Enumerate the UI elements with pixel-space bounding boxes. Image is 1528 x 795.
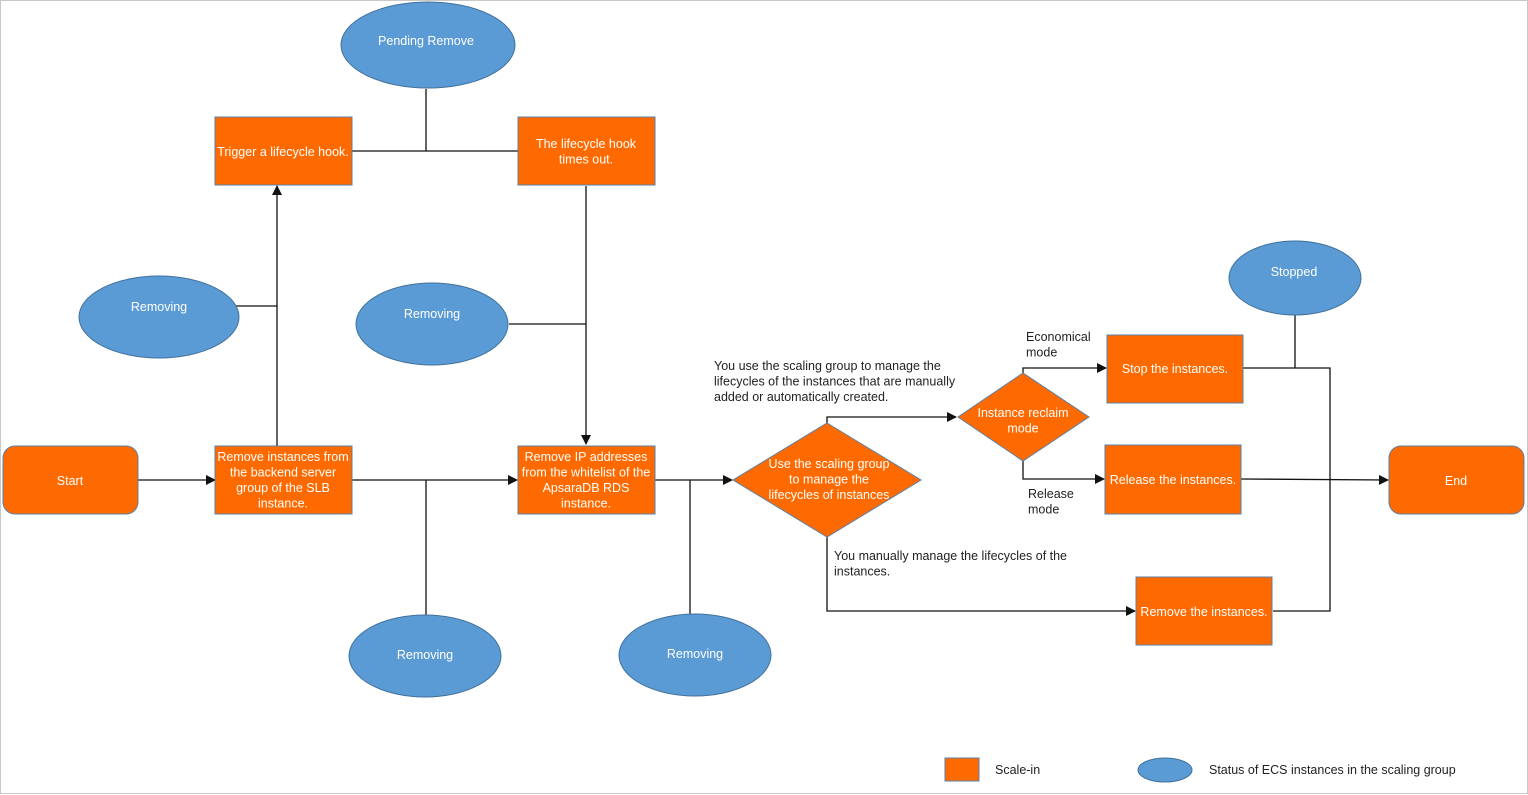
- release-instances-label: Release the instances.: [1110, 473, 1236, 487]
- legend-scale-in-swatch: [944, 757, 980, 782]
- text-line: the backend server: [230, 466, 336, 480]
- managed-lifecycle-label: You use the scaling group to manage the l…: [714, 359, 956, 404]
- text-line: mode: [1028, 503, 1059, 517]
- manual-lifecycle-label: You manually manage the lifecycles of th…: [834, 549, 1067, 579]
- text-line: You use the scaling group to manage the: [714, 359, 941, 373]
- stopped-label: Stopped: [1271, 265, 1318, 279]
- text-line: You manually manage the lifecycles of th…: [834, 549, 1067, 563]
- end-label: End: [1445, 474, 1467, 488]
- flowchart: Start End Trigger a lifecycle hook. The …: [2, 1, 1525, 783]
- node-remove-slb[interactable]: Remove instances from the backend server g…: [214, 445, 353, 515]
- node-release-instances[interactable]: Release the instances.: [1104, 444, 1242, 515]
- node-hook-timeout[interactable]: The lifecycle hook times out.: [517, 116, 656, 186]
- economical-mode-label: Economical mode: [1026, 330, 1091, 360]
- text-line: ApsaraDB RDS: [543, 481, 630, 495]
- edge-reclaim-to-stop: [1022, 363, 1107, 373]
- node-remove-rds[interactable]: Remove IP addresses from the whitelist of…: [517, 445, 656, 515]
- edge-stop-remove-bus: [1243, 367, 1331, 612]
- text-line: group of the SLB: [236, 481, 330, 495]
- text-line: The lifecycle hook: [536, 137, 637, 151]
- text-line: Trigger a lifecycle hook.: [217, 145, 349, 159]
- status-removing-4[interactable]: Removing: [618, 613, 772, 697]
- text-line: Instance reclaim: [977, 406, 1068, 420]
- pending-remove-label: Pending Remove: [378, 34, 474, 48]
- removing-1-label: Removing: [131, 300, 187, 314]
- text-line: lifecycles of the instances that are man…: [714, 375, 956, 389]
- edge-reclaim-to-release: [1022, 461, 1105, 484]
- node-trigger-hook[interactable]: Trigger a lifecycle hook.: [214, 116, 353, 186]
- edge-release-to-end: [1240, 474, 1389, 485]
- status-removing-3[interactable]: Removing: [348, 614, 502, 698]
- node-stop-instances[interactable]: Stop the instances.: [1106, 334, 1244, 404]
- text-line: instance.: [561, 497, 611, 511]
- legend-scale-in-label: Scale-in: [995, 763, 1040, 777]
- text-line: Economical: [1026, 330, 1091, 344]
- start-label: Start: [57, 474, 84, 488]
- diagram-frame: Start End Trigger a lifecycle hook. The …: [0, 0, 1528, 794]
- legend-status-label: Status of ECS instances in the scaling g…: [1209, 763, 1456, 777]
- text-line: to manage the: [789, 473, 869, 487]
- text-line: times out.: [559, 153, 613, 167]
- status-removing-2[interactable]: Removing: [355, 282, 509, 366]
- status-stopped[interactable]: Stopped: [1228, 240, 1362, 316]
- release-mode-label: Release mode: [1028, 487, 1074, 517]
- node-reclaim-mode[interactable]: Instance reclaim mode: [957, 372, 1090, 462]
- text-line: Release the instances.: [1110, 473, 1236, 487]
- node-remove-instances[interactable]: Remove the instances.: [1135, 576, 1273, 646]
- edge-decision-to-reclaim: [826, 412, 957, 423]
- node-use-scaling-group[interactable]: Use the scaling group to manage the lifecy…: [732, 422, 922, 538]
- text-line: added or automatically created.: [714, 390, 888, 404]
- text-line: mode: [1026, 346, 1057, 360]
- remove-instances-label: Remove the instances.: [1140, 605, 1267, 619]
- removing-4-label: Removing: [667, 647, 723, 661]
- text-line: mode: [1007, 422, 1038, 436]
- text-line: Remove the instances.: [1140, 605, 1267, 619]
- legend-status-swatch: [1137, 757, 1193, 783]
- node-start[interactable]: Start: [2, 445, 139, 515]
- text-line: Use the scaling group: [769, 457, 890, 471]
- text-line: lifecycles of instances: [769, 488, 890, 502]
- status-removing-1[interactable]: Removing: [78, 275, 240, 359]
- removing-2-label: Removing: [404, 307, 460, 321]
- text-line: Release: [1028, 487, 1074, 501]
- legend: Scale-in Status of ECS instances in the …: [944, 757, 1456, 783]
- text-line: from the whitelist of the: [522, 466, 651, 480]
- stop-instances-label: Stop the instances.: [1122, 362, 1228, 376]
- removing-3-label: Removing: [397, 648, 453, 662]
- status-pending-remove[interactable]: Pending Remove: [340, 1, 516, 89]
- node-end[interactable]: End: [1388, 445, 1525, 515]
- text-line: Remove instances from: [217, 450, 348, 464]
- text-line: instances.: [834, 565, 890, 579]
- trigger-hook-label: Trigger a lifecycle hook.: [217, 145, 349, 159]
- text-line: Stop the instances.: [1122, 362, 1228, 376]
- text-line: instance.: [258, 497, 308, 511]
- text-line: Remove IP addresses: [525, 450, 648, 464]
